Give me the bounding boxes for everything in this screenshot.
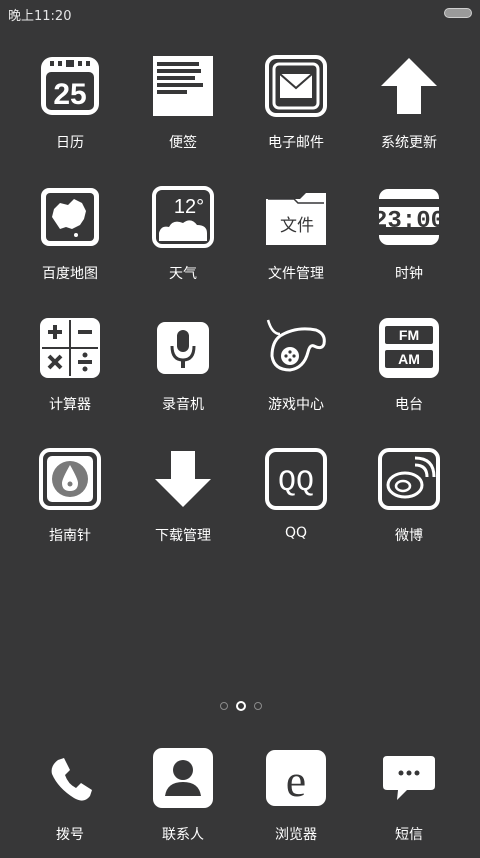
app-game-center[interactable]: 游戏中心 — [246, 316, 346, 426]
status-bar: 晚上11:20 — [0, 0, 480, 26]
app-label: 系统更新 — [381, 135, 437, 151]
app-label: QQ — [284, 525, 308, 541]
app-label: 指南针 — [49, 528, 91, 544]
page-dot[interactable] — [254, 702, 262, 710]
message-icon — [377, 748, 441, 812]
dock-browser[interactable]: e 浏览器 — [246, 748, 346, 858]
app-label: 浏览器 — [275, 827, 317, 843]
app-label: 电子邮件 — [268, 135, 324, 151]
app-label: 录音机 — [162, 397, 204, 413]
clock-time: 23:00 — [377, 208, 441, 235]
app-baidu-map[interactable]: 百度地图 — [20, 185, 120, 295]
qq-icon: QQ — [264, 447, 328, 511]
contacts-icon — [151, 748, 215, 812]
app-label: 拨号 — [56, 827, 84, 843]
app-label: 日历 — [56, 135, 84, 151]
compass-icon — [38, 447, 102, 511]
dock-dialer[interactable]: 拨号 — [20, 748, 120, 858]
calculator-icon — [38, 316, 102, 380]
app-label: 短信 — [395, 827, 423, 843]
app-weather[interactable]: 12° 天气 — [133, 185, 233, 295]
app-label: 百度地图 — [42, 266, 98, 282]
app-recorder[interactable]: 录音机 — [133, 316, 233, 426]
app-notes[interactable]: 便签 — [133, 54, 233, 164]
notes-icon — [151, 54, 215, 118]
update-arrow-icon — [377, 54, 441, 118]
calendar-icon: 25 — [38, 54, 102, 118]
radio-am: AM — [398, 351, 420, 367]
folder-icon: 文件 — [264, 185, 328, 249]
app-label: 便签 — [169, 135, 197, 151]
app-label: 下载管理 — [155, 528, 211, 544]
dock-messages[interactable]: 短信 — [359, 748, 459, 858]
map-icon — [38, 185, 102, 249]
browser-letter: e — [286, 755, 306, 806]
page-indicator — [0, 700, 480, 712]
weather-temperature: 12° — [174, 196, 204, 218]
gamepad-icon — [264, 316, 328, 380]
app-email[interactable]: 电子邮件 — [246, 54, 346, 164]
radio-fm: FM — [399, 327, 419, 343]
download-arrow-icon — [151, 447, 215, 511]
browser-icon: e — [264, 748, 328, 812]
calendar-date: 25 — [53, 78, 86, 111]
app-label: 文件管理 — [268, 266, 324, 282]
app-weibo[interactable]: 微博 — [359, 447, 459, 557]
app-calculator[interactable]: 计算器 — [20, 316, 120, 426]
app-label: 时钟 — [395, 266, 423, 282]
app-calendar[interactable]: 25 日历 — [20, 54, 120, 164]
phone-icon — [38, 748, 102, 812]
app-download-manager[interactable]: 下载管理 — [133, 447, 233, 557]
weibo-icon — [377, 447, 441, 511]
app-compass[interactable]: 指南针 — [20, 447, 120, 557]
app-label: 联系人 — [162, 827, 204, 843]
app-label: 游戏中心 — [268, 397, 324, 413]
app-label: 计算器 — [49, 397, 91, 413]
app-qq[interactable]: QQ QQ — [246, 447, 346, 557]
page-dot-active[interactable] — [236, 701, 246, 711]
app-system-update[interactable]: 系统更新 — [359, 54, 459, 164]
clock-icon: 23:00 — [377, 185, 441, 249]
status-time: 晚上11:20 — [8, 9, 72, 24]
weather-icon: 12° — [151, 185, 215, 249]
app-label: 电台 — [395, 397, 423, 413]
dock-contacts[interactable]: 联系人 — [133, 748, 233, 858]
app-label: 天气 — [169, 266, 197, 282]
qq-text: QQ — [278, 466, 314, 500]
app-label: 微博 — [395, 528, 423, 544]
folder-label: 文件 — [280, 216, 314, 236]
microphone-icon — [151, 316, 215, 380]
battery-icon — [444, 8, 472, 18]
page-dot[interactable] — [220, 702, 228, 710]
radio-icon: FM AM — [377, 316, 441, 380]
app-clock[interactable]: 23:00 时钟 — [359, 185, 459, 295]
app-file-manager[interactable]: 文件 文件管理 — [246, 185, 346, 295]
app-radio[interactable]: FM AM 电台 — [359, 316, 459, 426]
email-icon — [264, 54, 328, 118]
